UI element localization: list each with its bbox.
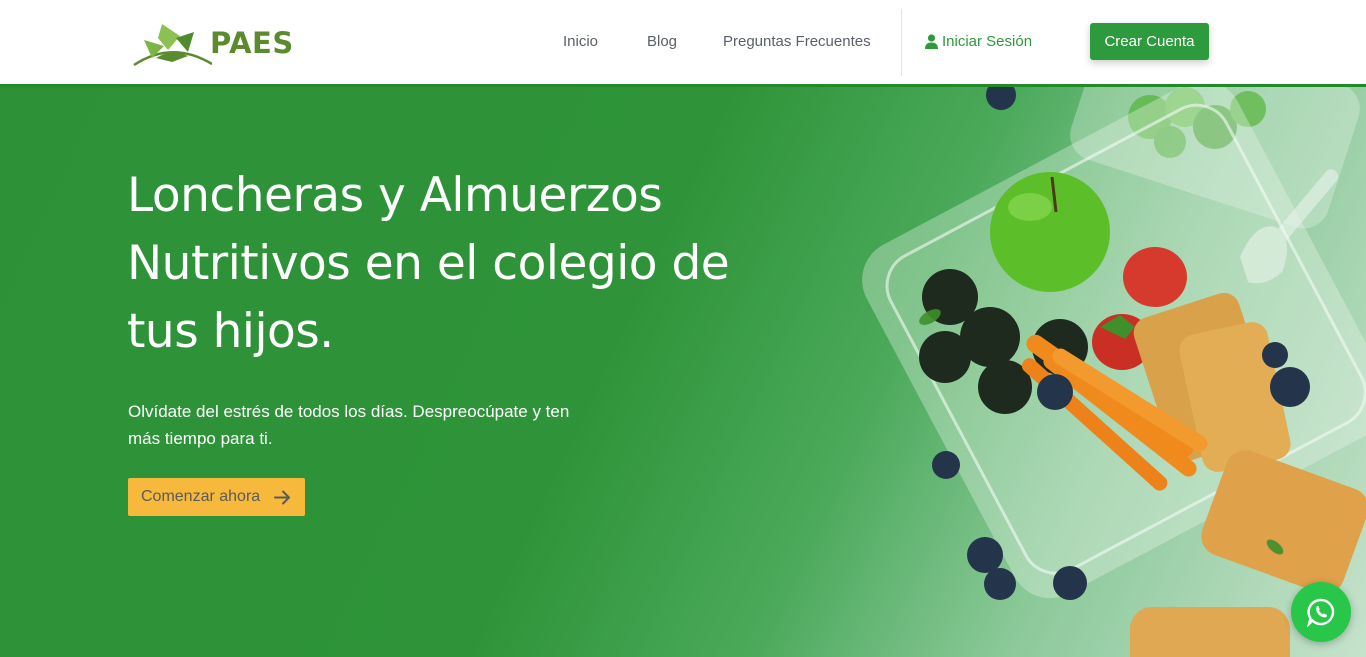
user-icon	[925, 34, 938, 49]
brand-logo[interactable]: PAES	[132, 18, 302, 70]
login-link[interactable]: Iniciar Sesión	[925, 33, 1032, 50]
nav-divider	[901, 9, 902, 76]
arrow-right-icon	[274, 490, 291, 504]
hero-title: Loncheras y Almuerzos Nutritivos en el c…	[127, 168, 730, 359]
nav-blog[interactable]: Blog	[647, 33, 677, 50]
login-label: Iniciar Sesión	[942, 33, 1033, 50]
whatsapp-button[interactable]	[1291, 582, 1351, 642]
hero-section: Loncheras y Almuerzos Nutritivos en el c…	[0, 87, 1366, 657]
whatsapp-icon	[1306, 598, 1335, 627]
hero-subtitle: Olvídate del estrés de todos los días. D…	[128, 402, 570, 448]
nav-faq[interactable]: Preguntas Frecuentes	[723, 33, 871, 50]
signup-button[interactable]: Crear Cuenta	[1090, 23, 1209, 60]
leaf-logo-icon	[133, 24, 212, 67]
brand-name: PAES	[210, 26, 294, 60]
nav-inicio[interactable]: Inicio	[563, 33, 598, 50]
site-header: PAES Inicio Blog Preguntas Frecuentes In…	[0, 0, 1366, 87]
start-now-button[interactable]: Comenzar ahora	[128, 478, 305, 516]
start-now-label: Comenzar ahora	[141, 488, 261, 505]
